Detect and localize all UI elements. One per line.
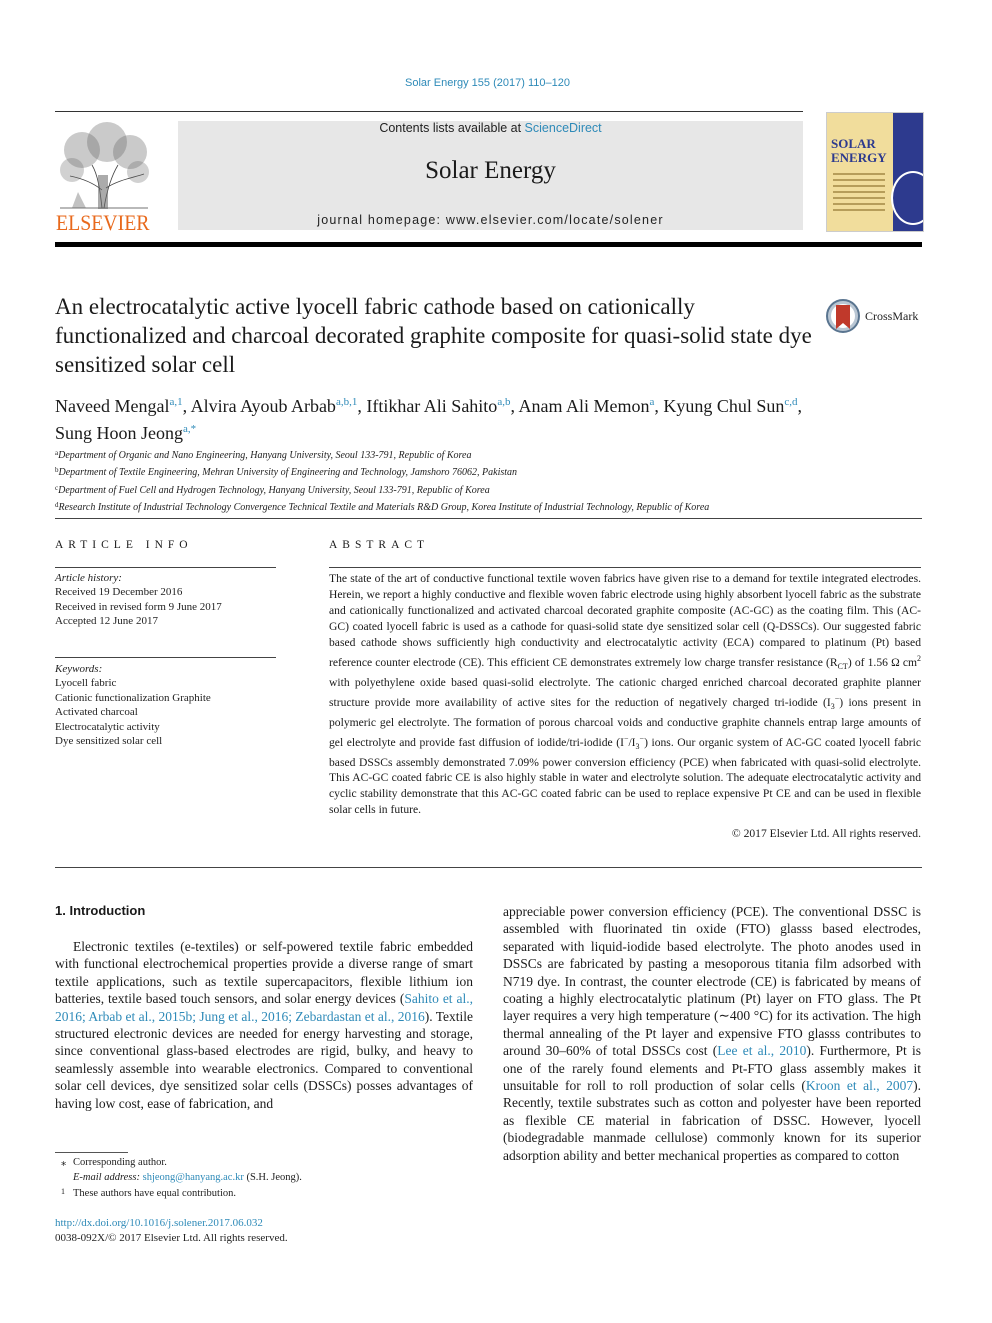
intro-paragraph-left: Electronic textiles (e-textiles) or self… xyxy=(55,939,473,1111)
contents-prefix: Contents lists available at xyxy=(379,121,525,135)
article-info-heading: ARTICLE INFO xyxy=(55,539,193,551)
intro-paragraph-right: appreciable power conversion efficiency … xyxy=(503,904,921,1163)
footnote-divider xyxy=(55,1152,128,1153)
keywords-rule xyxy=(55,657,276,658)
author[interactable]: Iftikhar Ali Sahitoa,b xyxy=(366,396,510,416)
elsevier-wordmark: ELSEVIER xyxy=(56,210,150,235)
keyword: Dye sensitized solar cell xyxy=(55,735,163,748)
article-history: Article history: Received 19 December 20… xyxy=(55,571,280,629)
footnote-corresponding: ⁎ Corresponding author. xyxy=(61,1157,167,1168)
journal-name: Solar Energy xyxy=(425,157,556,184)
reference-link[interactable]: Lee et al., 2010 xyxy=(717,1043,806,1058)
affiliation: bDepartment of Textile Engineering, Mehr… xyxy=(55,466,518,479)
author[interactable]: Naveed Mengala,1 xyxy=(55,396,183,416)
contents-availability: Contents lists available at ScienceDirec… xyxy=(178,121,803,135)
keyword: Cationic functionalization Graphite xyxy=(55,691,211,704)
cover-title-line2: ENERGY xyxy=(831,150,887,165)
reference-link[interactable]: Kroon et al., 2007 xyxy=(806,1078,913,1093)
abstract-text: The state of the art of conductive funct… xyxy=(329,572,922,817)
keywords: Keywords: Lyocell fabric Cationic functi… xyxy=(55,662,280,748)
keyword: Lyocell fabric xyxy=(55,677,117,690)
masthead-thick-rule xyxy=(55,242,922,247)
affiliations: aDepartment of Organic and Nano Engineer… xyxy=(55,446,935,516)
email-link[interactable]: shjeong@hanyang.ac.kr xyxy=(143,1172,244,1183)
author[interactable]: Alvira Ayoub Arbaba,b,1 xyxy=(191,396,358,416)
article-history-label: Article history: xyxy=(55,572,122,584)
sciencedirect-link[interactable]: ScienceDirect xyxy=(525,121,602,135)
doi-link[interactable]: http://dx.doi.org/10.1016/j.solener.2017… xyxy=(55,1217,263,1229)
footnotes: ⁎ Corresponding author. E-mail address: s… xyxy=(55,1155,475,1201)
history-item: Received in revised form 9 June 2017 xyxy=(55,600,222,613)
issn-copyright: 0038-092X/© 2017 Elsevier Ltd. All right… xyxy=(55,1232,288,1244)
doi-block: http://dx.doi.org/10.1016/j.solener.2017… xyxy=(55,1216,288,1246)
abstract-rule xyxy=(329,567,921,568)
journal-homepage[interactable]: journal homepage: www.elsevier.com/locat… xyxy=(178,213,803,227)
crossmark-label: CrossMark xyxy=(865,309,919,323)
header-divider xyxy=(55,111,803,112)
affiliation: dResearch Institute of Industrial Techno… xyxy=(55,501,710,514)
history-item: Accepted 12 June 2017 xyxy=(55,615,158,628)
author-list: Naveed Mengala,1, Alvira Ayoub Arbaba,b,… xyxy=(55,396,803,443)
abstract-heading: ABSTRACT xyxy=(329,539,430,551)
author[interactable]: Anam Ali Memona xyxy=(518,396,654,416)
footnote-equal-contribution: 1 These authors have equal contribution. xyxy=(61,1186,236,1199)
journal-cover-image: SOLAR ENERGY xyxy=(826,112,924,232)
affiliation: aDepartment of Organic and Nano Engineer… xyxy=(55,449,472,461)
cover-title-line1: SOLAR xyxy=(831,136,876,151)
journal-masthead: Contents lists available at ScienceDirec… xyxy=(178,121,803,230)
article-info-rule xyxy=(55,567,276,568)
abstract-end-divider xyxy=(55,867,922,868)
history-item: Received 19 December 2016 xyxy=(55,586,183,599)
keywords-label: Keywords: xyxy=(55,663,103,675)
journal-citation-link[interactable]: Solar Energy 155 (2017) 110–120 xyxy=(0,77,975,89)
section-heading-introduction: 1. Introduction xyxy=(55,903,146,918)
author[interactable]: Sung Hoon Jeonga,* xyxy=(55,423,196,443)
abstract-copyright: © 2017 Elsevier Ltd. All rights reserved… xyxy=(731,827,921,840)
cover-text-lines xyxy=(833,173,885,215)
keyword: Electrocatalytic activity xyxy=(55,720,160,733)
affiliation: cDepartment of Fuel Cell and Hydrogen Te… xyxy=(55,483,490,496)
crossmark-button[interactable]: CrossMark xyxy=(826,297,922,337)
crossmark-icon xyxy=(826,299,860,333)
keyword: Activated charcoal xyxy=(55,706,138,719)
article-title: An electrocatalytic active lyocell fabri… xyxy=(55,294,812,377)
affiliations-divider xyxy=(55,518,922,519)
author[interactable]: Kyung Chul Sunc,d xyxy=(663,396,797,416)
footnote-email: E-mail address: shjeong@hanyang.ac.kr (S… xyxy=(73,1172,302,1184)
